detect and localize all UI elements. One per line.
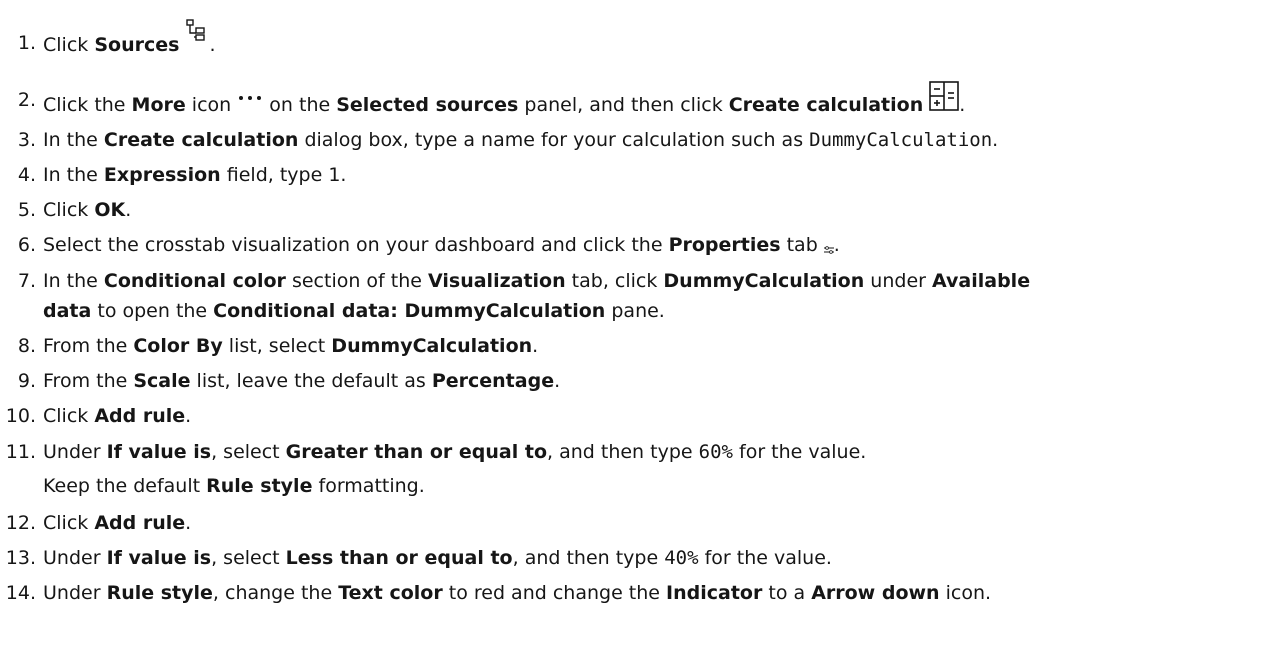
- step-number: 3.: [17, 129, 36, 151]
- create-calculation-icon: [929, 81, 960, 118]
- step-number: 11.: [5, 441, 36, 463]
- step-number: 4.: [17, 164, 36, 186]
- step-number: 9.: [17, 370, 36, 392]
- step-number: 5.: [17, 199, 36, 221]
- step-number: 12.: [5, 512, 36, 534]
- step-number: 1.: [17, 32, 36, 54]
- step-number: 6.: [17, 234, 36, 256]
- more-ellipsis-icon: [237, 83, 263, 109]
- code-text: 60%: [698, 441, 733, 463]
- step-number: 7.: [17, 270, 36, 292]
- step-number: 2.: [17, 89, 36, 111]
- code-text: 40%: [664, 547, 699, 569]
- step-number: 8.: [17, 335, 36, 357]
- code-text: DummyCalculation: [809, 129, 993, 151]
- instruction-steps: 1. Click Sources . 2. Click the More ico…: [0, 0, 1266, 660]
- step-number: 14.: [5, 582, 36, 604]
- properties-icon: [823, 235, 834, 261]
- ui-term: Sources: [94, 34, 180, 56]
- sources-tree-icon: [185, 18, 209, 49]
- step-number: 13.: [5, 547, 36, 569]
- step-number: 10.: [5, 405, 36, 427]
